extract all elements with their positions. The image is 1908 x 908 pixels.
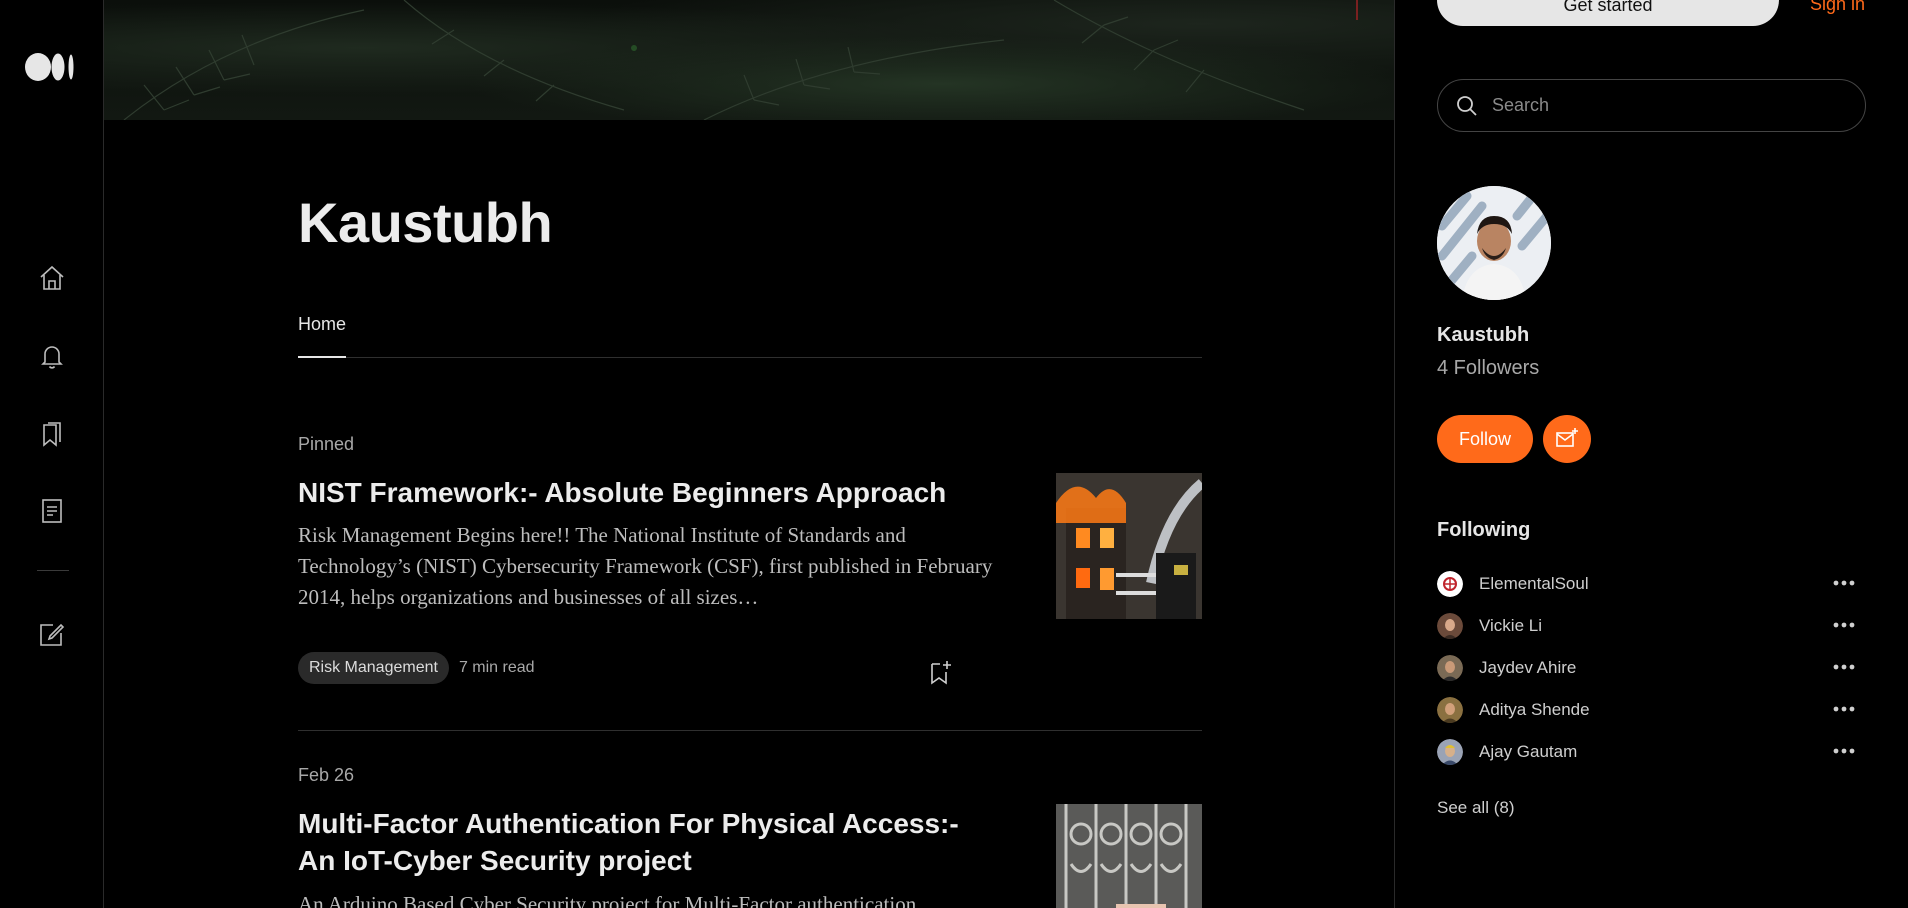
search-box bbox=[1437, 79, 1866, 132]
bookmark-add-icon[interactable] bbox=[926, 658, 954, 686]
following-item: Ajay Gautam bbox=[1437, 736, 1857, 768]
more-options-icon[interactable] bbox=[1831, 656, 1857, 678]
profile-banner bbox=[104, 0, 1394, 121]
post-pinned-label: Pinned bbox=[298, 434, 355, 454]
write-icon[interactable] bbox=[34, 616, 70, 652]
rail-divider bbox=[37, 570, 69, 571]
sign-in-link[interactable]: Sign in bbox=[1810, 0, 1865, 15]
following-name[interactable]: Aditya Shende bbox=[1479, 700, 1590, 720]
topic-tag[interactable]: Risk Management bbox=[298, 652, 449, 684]
post-title[interactable]: Multi-Factor Authentication For Physical… bbox=[298, 805, 998, 879]
avatar[interactable] bbox=[1437, 613, 1463, 639]
following-name[interactable]: ElementalSoul bbox=[1479, 574, 1589, 594]
post-title[interactable]: NIST Framework:- Absolute Beginners Appr… bbox=[298, 474, 998, 511]
tab-home[interactable]: Home bbox=[298, 315, 347, 358]
post-thumbnail[interactable] bbox=[1056, 473, 1202, 619]
profile-tabs: Home bbox=[298, 315, 1202, 358]
medium-logo[interactable] bbox=[24, 52, 80, 82]
stories-icon[interactable] bbox=[34, 493, 70, 529]
search-icon bbox=[1457, 95, 1477, 116]
see-all-following-link[interactable]: See all (8) bbox=[1437, 798, 1514, 818]
bookmarks-icon[interactable] bbox=[34, 416, 70, 452]
subscribe-email-button[interactable] bbox=[1543, 415, 1591, 463]
author-name[interactable]: Kaustubh bbox=[1437, 324, 1529, 347]
avatar[interactable] bbox=[1437, 739, 1463, 765]
home-icon[interactable] bbox=[34, 260, 70, 296]
post-excerpt[interactable]: Risk Management Begins here!! The Nation… bbox=[298, 520, 998, 613]
page-title: Kaustubh bbox=[298, 191, 553, 254]
following-item: Vickie Li bbox=[1437, 610, 1857, 642]
more-options-icon[interactable] bbox=[1831, 614, 1857, 636]
follow-button[interactable]: Follow bbox=[1437, 415, 1533, 463]
avatar[interactable] bbox=[1437, 655, 1463, 681]
following-heading: Following bbox=[1437, 519, 1531, 541]
read-time: 7 min read bbox=[458, 659, 535, 676]
more-options-icon[interactable] bbox=[1831, 698, 1857, 720]
post-footer: Risk Management 7 min read bbox=[298, 652, 535, 684]
following-name[interactable]: Vickie Li bbox=[1479, 616, 1542, 636]
mail-plus-icon bbox=[1556, 428, 1578, 447]
more-options-icon[interactable] bbox=[1831, 572, 1857, 594]
following-name[interactable]: Jaydev Ahire bbox=[1479, 658, 1576, 678]
post-excerpt[interactable]: An Arduino Based Cyber Security project … bbox=[298, 889, 998, 908]
avatar[interactable] bbox=[1437, 697, 1463, 723]
get-started-button[interactable]: Get started bbox=[1437, 0, 1779, 26]
fern-pattern bbox=[123, 0, 1358, 121]
main-column: Kaustubh Home Pinned NIST Framework:- Ab… bbox=[104, 0, 1395, 908]
left-rail bbox=[0, 0, 104, 908]
following-item: Jaydev Ahire bbox=[1437, 652, 1857, 684]
right-sidebar: Get started Sign in Kaustubh 4 Followers… bbox=[1437, 0, 1877, 908]
following-item: Aditya Shende bbox=[1437, 694, 1857, 726]
more-options-icon[interactable] bbox=[1831, 740, 1857, 762]
post-thumbnail[interactable] bbox=[1056, 804, 1202, 908]
bell-icon[interactable] bbox=[34, 338, 70, 374]
following-item: ElementalSoul bbox=[1437, 568, 1857, 600]
search-input[interactable] bbox=[1490, 94, 1834, 117]
followers-count[interactable]: 4 Followers bbox=[1437, 357, 1539, 380]
following-name[interactable]: Ajay Gautam bbox=[1479, 742, 1577, 762]
post-divider bbox=[298, 730, 1202, 731]
avatar[interactable] bbox=[1437, 571, 1463, 597]
avatar[interactable] bbox=[1437, 186, 1551, 300]
post-date: Feb 26 bbox=[298, 765, 355, 785]
